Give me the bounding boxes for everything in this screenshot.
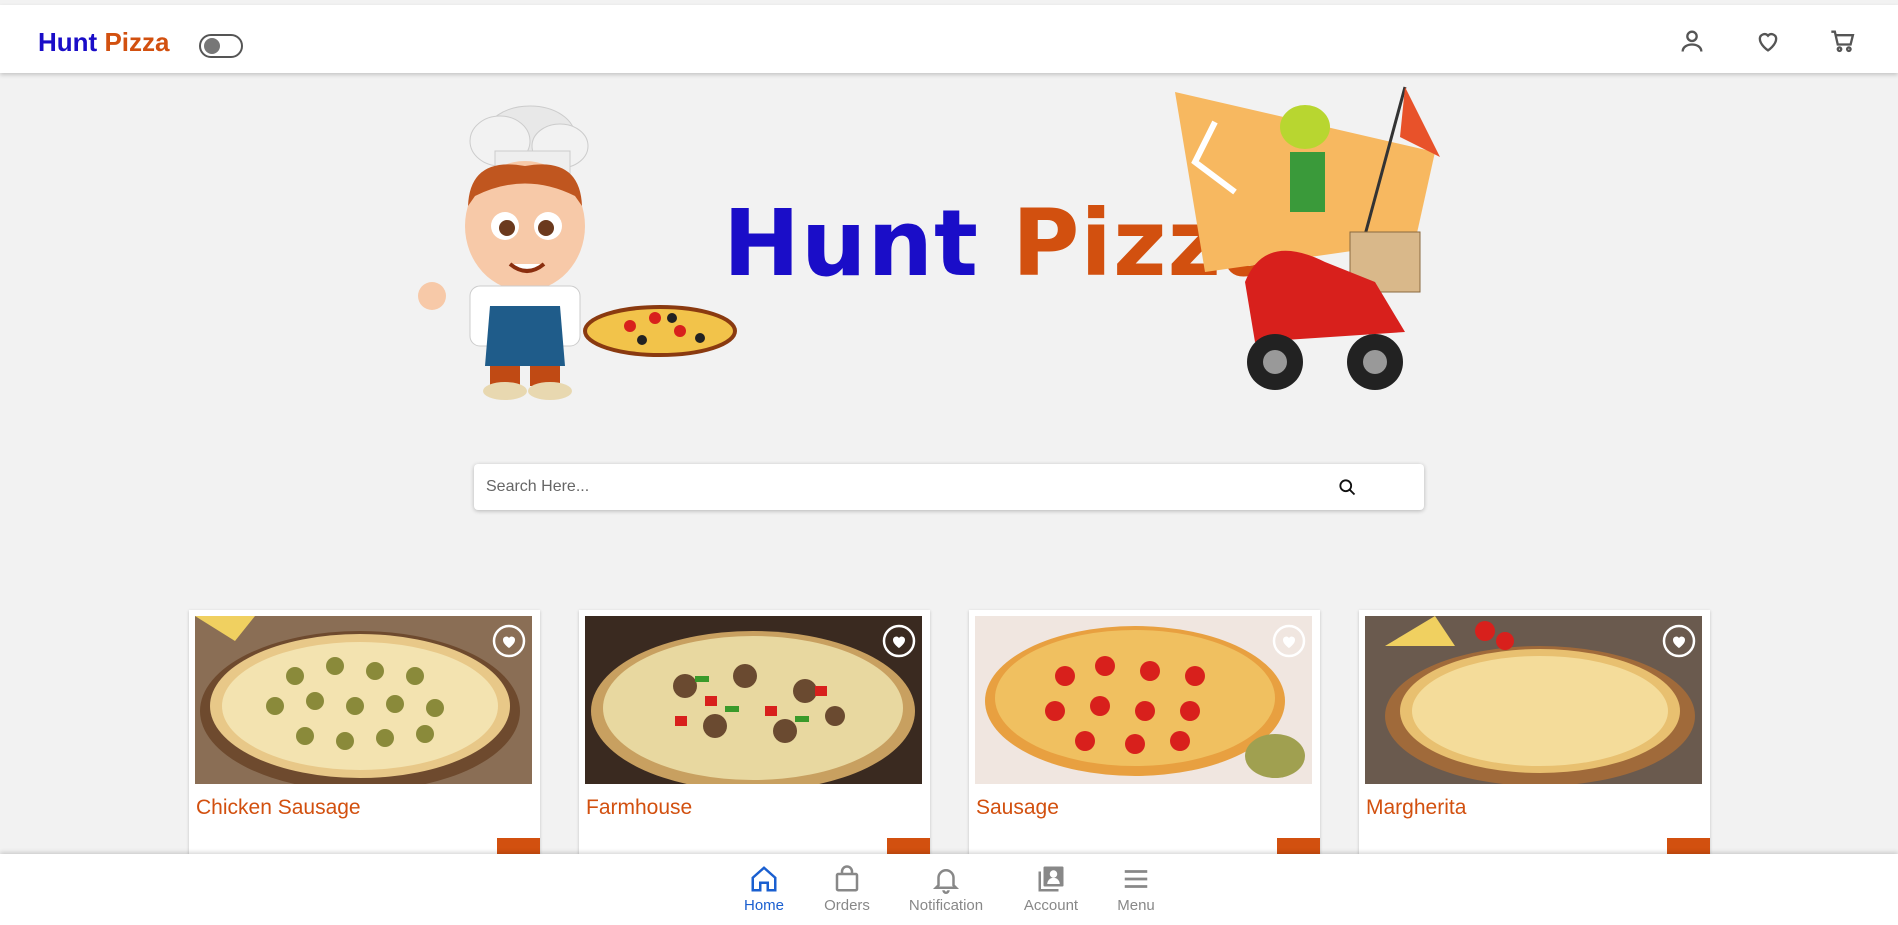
- bag-icon: [835, 865, 859, 892]
- dark-mode-toggle[interactable]: [199, 34, 243, 58]
- hero-title-part1: Hunt: [723, 190, 979, 297]
- toggle-knob: [204, 38, 220, 54]
- nav-orders[interactable]: Orders: [822, 864, 872, 914]
- menu-icon: [1124, 870, 1148, 888]
- search-bar: [474, 464, 1424, 510]
- nav-label: Home: [743, 897, 784, 914]
- nav-label: Account: [1023, 897, 1079, 914]
- nav-home[interactable]: Home: [742, 864, 786, 914]
- product-card[interactable]: Chicken Sausage: [189, 610, 540, 872]
- chef-illustration: [418, 105, 737, 400]
- nav-label: Menu: [1117, 897, 1155, 914]
- product-card[interactable]: Sausage: [969, 610, 1320, 872]
- cart-icon[interactable]: [1829, 27, 1857, 55]
- favorite-icon[interactable]: [882, 624, 916, 658]
- product-name: Margherita: [1366, 796, 1467, 819]
- brand-part2: Pizza: [104, 27, 170, 57]
- search-input[interactable]: [486, 464, 1286, 510]
- bottom-navigation: Home Orders Notification Account Menu: [0, 854, 1898, 925]
- nav-label: Notification: [908, 897, 984, 914]
- product-image: [975, 616, 1312, 784]
- favorite-icon[interactable]: [492, 624, 526, 658]
- search-icon[interactable]: [1337, 477, 1357, 497]
- home-icon: [751, 866, 777, 892]
- nav-label: Orders: [824, 897, 870, 914]
- product-image: [1365, 616, 1702, 784]
- brand-part1: Hunt: [38, 27, 98, 57]
- product-card[interactable]: Farmhouse: [579, 610, 930, 872]
- product-name: Farmhouse: [586, 796, 693, 819]
- user-icon[interactable]: [1678, 27, 1706, 55]
- brand-logo[interactable]: Hunt Pizza: [38, 27, 169, 58]
- delivery-scooter-illustration: [1175, 86, 1440, 390]
- product-card[interactable]: Margherita: [1359, 610, 1710, 872]
- heart-icon[interactable]: [1754, 27, 1782, 55]
- top-navbar: Hunt Pizza: [0, 5, 1898, 73]
- favorite-icon[interactable]: [1662, 624, 1696, 658]
- nav-account[interactable]: Account: [1021, 864, 1081, 914]
- product-image: [585, 616, 922, 784]
- account-icon: [1038, 866, 1064, 892]
- product-name: Sausage: [976, 796, 1059, 819]
- product-name: Chicken Sausage: [196, 796, 361, 819]
- bell-icon: [932, 869, 960, 894]
- hero-banner: Hunt Pizza: [400, 82, 1500, 402]
- product-image: [195, 616, 532, 784]
- nav-menu[interactable]: Menu: [1114, 864, 1158, 914]
- nav-notification[interactable]: Notification: [908, 864, 984, 914]
- favorite-icon[interactable]: [1272, 624, 1306, 658]
